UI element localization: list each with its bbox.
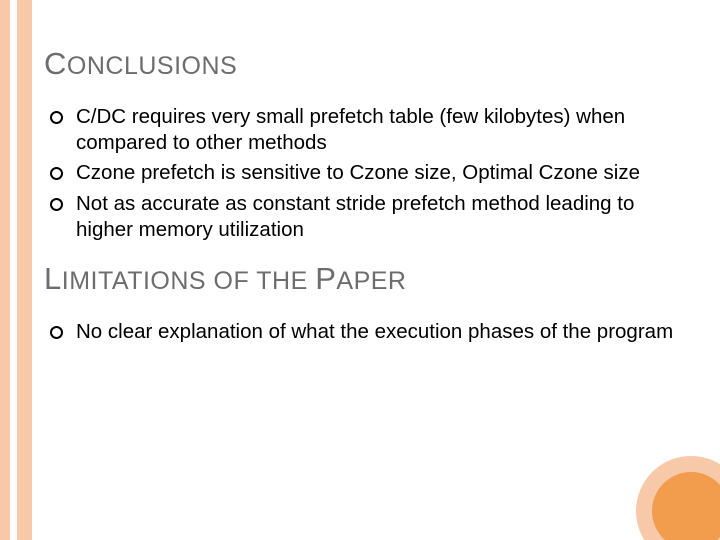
list-item: Not as accurate as constant stride prefe…	[66, 191, 696, 243]
heading-limitations-mid2: APER	[336, 267, 406, 295]
heading-conclusions-rest: ONCLUSIONS	[67, 52, 237, 80]
heading-limitations-mid1: IMITATIONS OF THE	[62, 267, 315, 295]
list-item: C/DC requires very small prefetch table …	[66, 104, 696, 156]
left-stripe-1	[0, 0, 10, 540]
slide-content: CONCLUSIONS C/DC requires very small pre…	[44, 36, 696, 351]
heading-limitations-cap1: L	[44, 261, 62, 296]
heading-conclusions-cap: C	[44, 46, 67, 81]
list-item: Czone prefetch is sensitive to Czone siz…	[66, 160, 696, 186]
heading-limitations-cap2: P	[315, 261, 336, 296]
left-stripe-2	[17, 0, 32, 540]
conclusions-list: C/DC requires very small prefetch table …	[44, 104, 696, 243]
heading-conclusions: CONCLUSIONS	[44, 46, 696, 82]
limitations-list: No clear explanation of what the executi…	[44, 319, 696, 345]
list-item: No clear explanation of what the executi…	[66, 319, 696, 345]
heading-limitations: LIMITATIONS OF THE PAPER	[44, 261, 696, 297]
